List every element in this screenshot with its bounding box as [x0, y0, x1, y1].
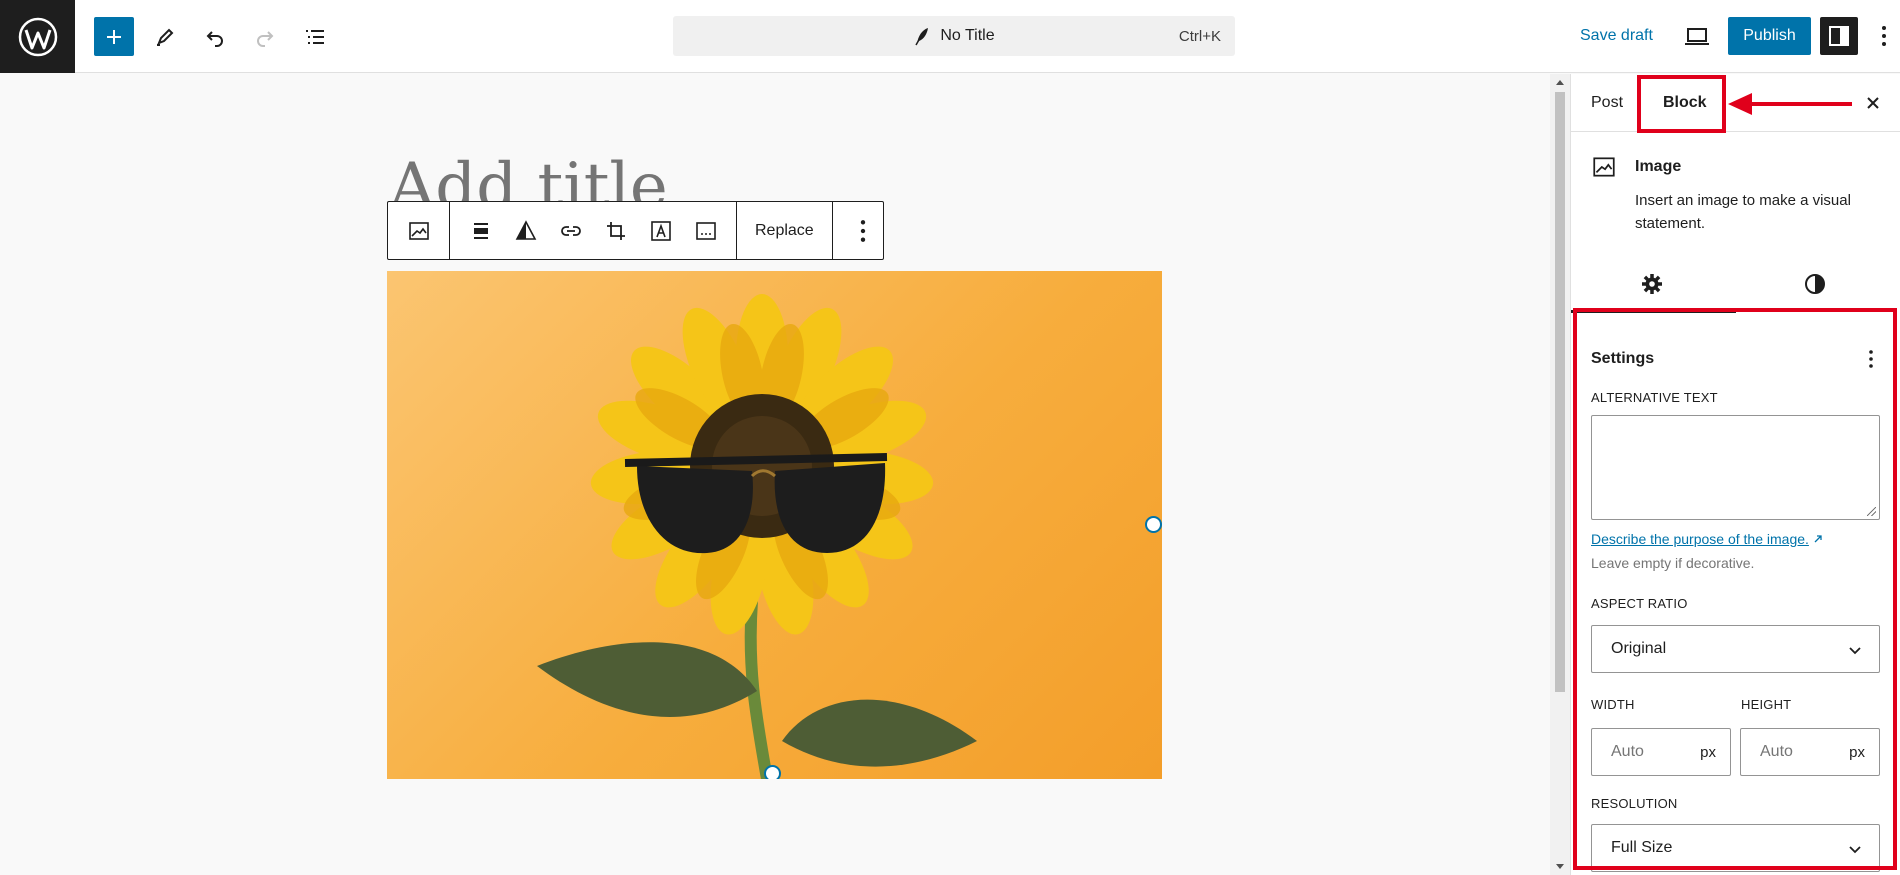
image-block[interactable] — [387, 271, 1162, 779]
block-toolbar: Replace — [387, 201, 884, 260]
block-card-description: Insert an image to make a visual stateme… — [1635, 192, 1851, 232]
sidebar-icon — [1829, 26, 1849, 46]
plus-icon — [107, 29, 121, 44]
text-overlay-button[interactable] — [638, 208, 683, 253]
canvas-scrollbar[interactable] — [1550, 74, 1570, 875]
block-options-button[interactable] — [841, 208, 886, 253]
document-title: No Title — [913, 26, 995, 46]
text-overlay-icon — [650, 220, 671, 241]
block-card-title: Image — [1635, 158, 1682, 175]
more-options-group — [833, 202, 894, 259]
kebab-icon — [861, 219, 866, 242]
undo-icon — [206, 30, 223, 47]
duotone-icon — [515, 219, 536, 240]
crop-icon — [606, 221, 625, 240]
quill-icon — [915, 28, 929, 46]
link-button[interactable] — [548, 208, 593, 253]
wordpress-logo-icon[interactable] — [0, 0, 75, 73]
block-type-button[interactable] — [396, 208, 441, 253]
scroll-up-icon[interactable] — [1556, 80, 1564, 85]
settings-sub-tab[interactable] — [1634, 266, 1670, 302]
block-inspector-tabs — [1571, 254, 1900, 314]
sunflower-image — [537, 294, 977, 779]
link-icon — [560, 225, 581, 236]
image-icon — [1593, 157, 1615, 177]
caption-icon — [695, 221, 716, 240]
undo-button[interactable] — [195, 17, 235, 56]
replace-group: Replace — [737, 202, 833, 259]
scrollbar-thumb[interactable] — [1555, 92, 1565, 692]
add-block-button[interactable] — [94, 17, 134, 56]
preview-button[interactable] — [1680, 22, 1714, 52]
gear-icon — [1642, 274, 1662, 294]
kebab-icon — [1882, 26, 1886, 46]
redo-button[interactable] — [245, 17, 285, 56]
tab-post[interactable]: Post — [1591, 94, 1623, 112]
desktop-preview-icon — [1685, 28, 1709, 45]
close-icon — [1867, 97, 1879, 109]
shortcut-hint: Ctrl+K — [1178, 28, 1221, 45]
crop-button[interactable] — [593, 208, 638, 253]
scroll-down-icon[interactable] — [1556, 864, 1564, 869]
document-overview-button[interactable] — [295, 17, 335, 56]
caption-button[interactable] — [683, 208, 728, 253]
annotation-arrow-icon — [1728, 93, 1852, 115]
image-icon — [408, 221, 429, 240]
align-none-icon — [473, 222, 488, 239]
publish-button[interactable]: Publish — [1728, 17, 1811, 55]
close-sidebar-button[interactable] — [1862, 92, 1884, 114]
list-view-icon — [306, 29, 324, 44]
annotation-box-settings-panel — [1573, 308, 1897, 870]
options-menu-button[interactable] — [1876, 20, 1892, 52]
styles-sub-tab[interactable] — [1797, 266, 1833, 302]
block-type-group — [388, 202, 450, 259]
resize-handle-bottom[interactable] — [764, 765, 781, 779]
save-draft-button[interactable]: Save draft — [1580, 27, 1653, 45]
align-button[interactable] — [458, 208, 503, 253]
replace-button[interactable]: Replace — [745, 222, 824, 240]
tools-button[interactable] — [145, 17, 185, 56]
document-title-text: No Title — [940, 27, 995, 44]
redo-icon — [257, 30, 274, 47]
editor-canvas: Add title Replace — [0, 74, 1550, 875]
resize-handle-right[interactable] — [1145, 516, 1162, 533]
pencil-icon — [157, 28, 174, 46]
block-controls-group — [450, 202, 737, 259]
command-palette-bar[interactable]: No Title Ctrl+K — [673, 16, 1235, 56]
annotation-box-block-tab — [1637, 75, 1726, 133]
contrast-icon — [1805, 274, 1825, 294]
duotone-button[interactable] — [503, 208, 548, 253]
editor-header: No Title Ctrl+K Save draft Publish — [0, 0, 1900, 73]
settings-toggle-button[interactable] — [1820, 17, 1858, 55]
